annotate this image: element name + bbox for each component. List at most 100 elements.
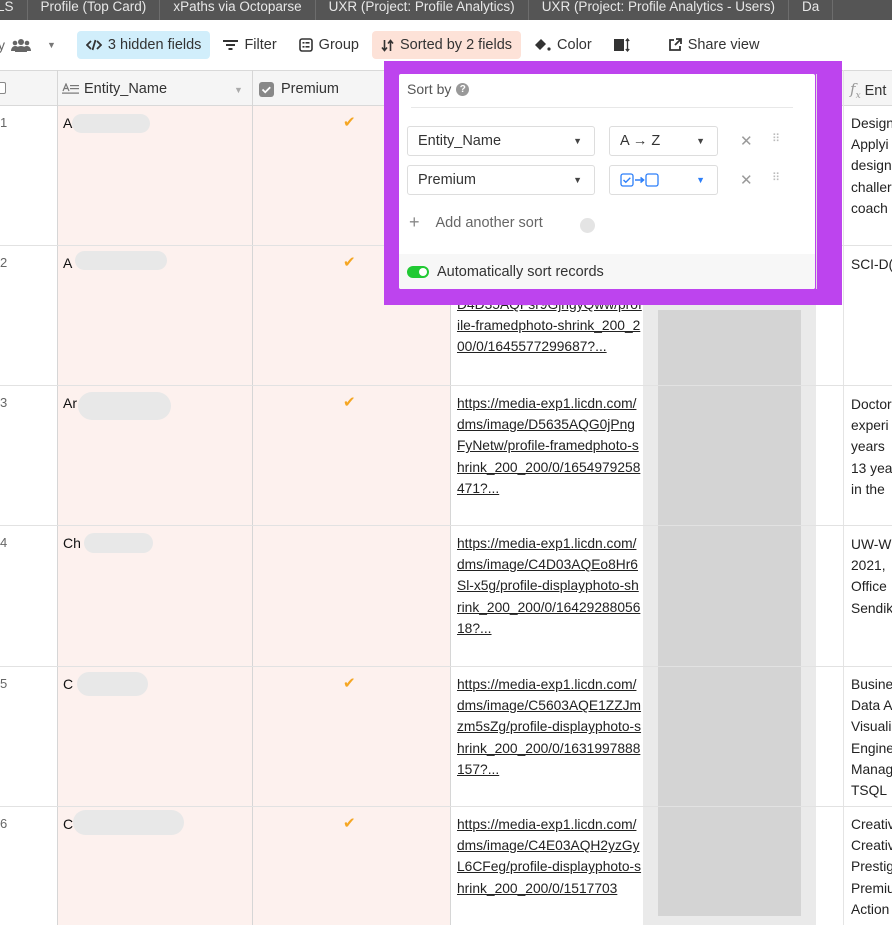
formula-icon: fx (850, 80, 861, 101)
collaborators-button[interactable]: y ▼ (0, 31, 65, 59)
plus-icon: + (409, 212, 420, 232)
row-height-button[interactable] (605, 31, 645, 59)
photo-url-link[interactable]: https://media-exp1.licdn.com/dms/image/C… (457, 533, 643, 639)
sort-button[interactable]: Sorted by 2 fields (371, 31, 522, 59)
premium-check-icon[interactable]: ✔ (343, 814, 356, 832)
redaction-mark (72, 114, 150, 133)
tab-xpaths-octoparse[interactable]: xPaths via Octoparse (160, 0, 316, 20)
sort-direction-select[interactable]: ▼ (609, 165, 718, 195)
share-view-label: Share view (687, 37, 760, 53)
description-cell: SCI-D( (851, 257, 892, 272)
filter-icon (223, 39, 239, 51)
redaction-mark (75, 251, 167, 270)
row-divider (0, 806, 892, 807)
entity-name-cell[interactable]: A (63, 255, 72, 271)
premium-check-icon[interactable]: ✔ (343, 253, 356, 271)
column-header-formula[interactable]: fx Ent (850, 80, 886, 101)
chevron-down-icon: ▼ (696, 175, 705, 185)
remove-sort-icon[interactable]: ✕ (740, 132, 753, 150)
color-button[interactable]: Color (525, 31, 601, 59)
checked-to-unchecked-icon (620, 172, 668, 188)
hidden-fields-label: 3 hidden fields (107, 37, 202, 53)
sort-direction-select[interactable]: A → Z ▼ (609, 126, 718, 156)
select-all-checkbox[interactable] (0, 82, 6, 94)
premium-check-icon[interactable]: ✔ (343, 113, 356, 131)
description-cell: Creativ Creativ Prestig Premiu Action (851, 817, 892, 917)
help-icon[interactable]: ? (456, 82, 470, 96)
drag-handle-icon[interactable]: ⠿ (772, 134, 780, 145)
tab-ls[interactable]: LS (0, 0, 28, 20)
group-icon (298, 38, 313, 52)
redaction-mark (73, 810, 184, 835)
photo-url-link[interactable]: https://media-exp1.licdn.com/dms/image/C… (457, 674, 643, 780)
popover-scrollbar[interactable] (816, 74, 817, 289)
checkbox-field-icon (259, 81, 274, 97)
group-label: Group (318, 37, 359, 53)
row-height-icon (613, 38, 630, 52)
filter-label: Filter (244, 37, 277, 53)
sort-popover-title: Sort by ? (407, 81, 470, 97)
entity-name-cell[interactable]: Ch (63, 535, 81, 551)
description-cell: Doctor experi years 13 yea in the (851, 397, 892, 497)
chevron-down-icon: ▼ (573, 175, 582, 185)
row-divider (0, 666, 892, 667)
tab-da[interactable]: Da (789, 0, 834, 20)
chevron-down-icon: ▼ (696, 136, 705, 146)
color-label: Color (557, 37, 592, 53)
group-button[interactable]: Group (290, 31, 368, 59)
add-another-sort-button[interactable]: + Add another sort (409, 212, 543, 233)
photo-url-link[interactable]: D4D35AQFsr9GjngyQww/profile-framedphoto-… (457, 294, 643, 380)
add-sort-label: Add another sort (435, 214, 543, 231)
share-icon (668, 38, 682, 52)
redaction-mark (84, 533, 153, 553)
entity-name-cell[interactable]: C (63, 676, 73, 692)
description-cell: Busine Data A Visuali Engine Manag TSQL (851, 677, 892, 799)
sort-field-value: Entity_Name (418, 133, 502, 149)
column-divider (843, 70, 844, 925)
hidden-fields-button[interactable]: 3 hidden fields (76, 31, 211, 59)
column-divider (57, 70, 58, 925)
photo-url-link[interactable]: https://media-exp1.licdn.com/dms/image/D… (457, 393, 643, 499)
tab-uxr-profile-analytics-users[interactable]: UXR (Project: Profile Analytics - Users) (529, 0, 789, 20)
row-divider (0, 525, 892, 526)
entity-name-cell[interactable]: A (63, 115, 72, 131)
photo-url-link[interactable]: https://media-exp1.licdn.com/dms/image/C… (457, 814, 643, 925)
filter-button[interactable]: Filter (214, 31, 285, 59)
auto-sort-label: Automatically sort records (437, 263, 604, 280)
row-number: 1 (0, 115, 8, 130)
drag-handle-icon[interactable]: ⠿ (772, 173, 780, 184)
text-field-icon (62, 83, 80, 95)
table-tab-bar: LS Profile (Top Card) xPaths via Octopar… (0, 0, 892, 20)
description-cell: UW-W 2021, Office Sendik (851, 537, 892, 616)
row-divider (0, 385, 892, 386)
attachment-thumbnail[interactable] (658, 310, 801, 916)
sort-field-value: Premium (418, 172, 477, 188)
column-menu-chevron-icon[interactable]: ▼ (234, 85, 243, 95)
entity-name-cell[interactable]: Ar (63, 395, 77, 411)
sort-field-select[interactable]: Premium ▼ (407, 165, 595, 195)
row-number: 3 (0, 395, 8, 410)
share-view-button[interactable]: Share view (659, 31, 769, 59)
auto-sort-row: Automatically sort records (399, 254, 815, 289)
row-number: 2 (0, 255, 8, 270)
people-icon (11, 38, 31, 52)
entity-name-cell[interactable]: C (63, 816, 73, 832)
tab-profile-top-card[interactable]: Profile (Top Card) (28, 0, 161, 20)
sorted-column-bg-name (57, 106, 252, 925)
column-header-premium[interactable]: Premium (259, 81, 339, 97)
tab-uxr-profile-analytics[interactable]: UXR (Project: Profile Analytics) (316, 0, 529, 20)
premium-check-icon[interactable]: ✔ (343, 393, 356, 411)
sort-direction-value: A → Z (620, 133, 661, 149)
column-header-entity-name[interactable]: Entity_Name (62, 81, 167, 97)
sort-arrows-icon (381, 38, 394, 52)
column-divider (252, 70, 253, 925)
sort-field-select[interactable]: Entity_Name ▼ (407, 126, 595, 156)
premium-check-icon[interactable]: ✔ (343, 674, 356, 692)
hide-code-icon (85, 39, 102, 51)
remove-sort-icon[interactable]: ✕ (740, 171, 753, 189)
column-header-label: Premium (281, 81, 340, 97)
auto-sort-toggle[interactable] (407, 265, 429, 278)
sort-label: Sorted by 2 fields (399, 37, 513, 53)
paint-bucket-icon (534, 38, 551, 52)
redaction-mark (78, 392, 171, 420)
